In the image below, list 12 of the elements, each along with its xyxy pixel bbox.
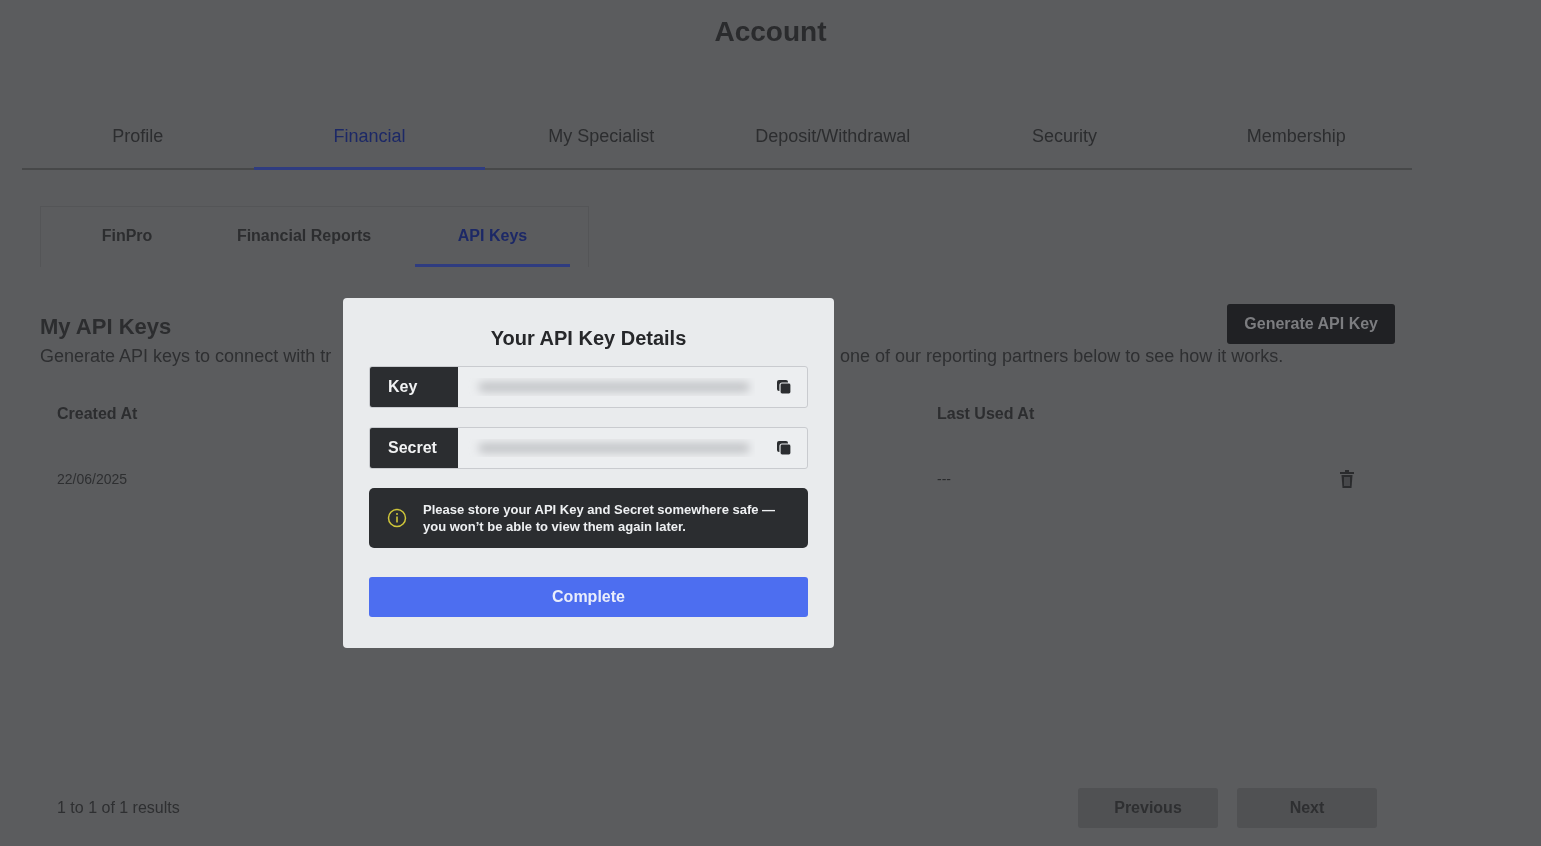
info-icon [387, 508, 407, 528]
table-cell: --- [937, 471, 951, 487]
copy-icon[interactable] [775, 439, 793, 457]
sub-tab[interactable]: API Keys [415, 207, 570, 267]
copy-icon[interactable] [775, 378, 793, 396]
key-field[interactable]: Key [369, 366, 808, 408]
notice-text: Please store your API Key and Secret somewhere safe — you won’t be able to view them again later. [423, 501, 777, 535]
account-tab[interactable]: Financial [253, 120, 486, 170]
modal-title: Your API Key Details [489, 326, 688, 351]
generate-api-key-button[interactable]: Generate API Key [1227, 304, 1395, 344]
key-field[interactable]: Secret [369, 427, 808, 469]
complete-button[interactable]: Complete [369, 577, 808, 617]
